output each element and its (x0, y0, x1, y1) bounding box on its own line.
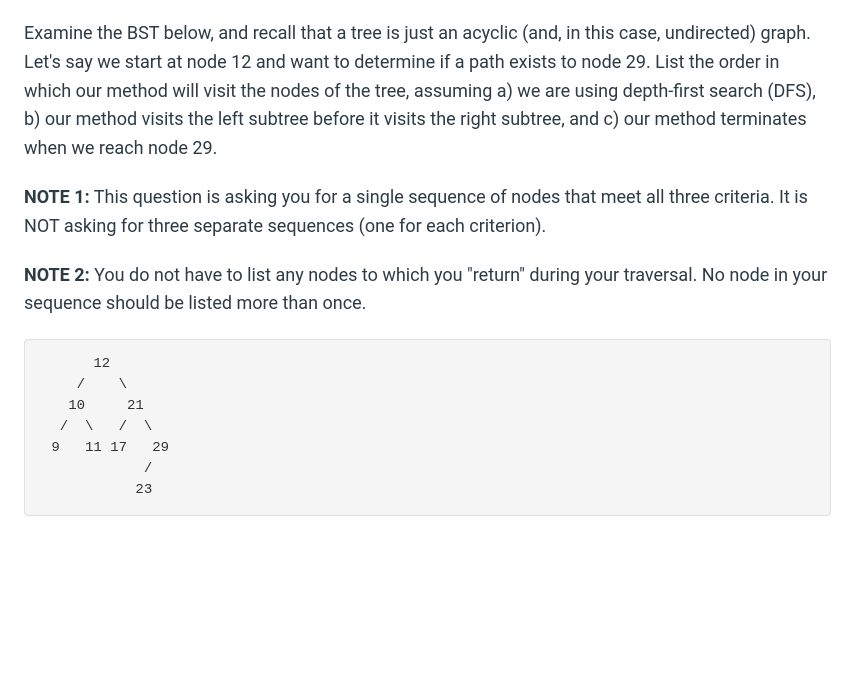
note-1-label: NOTE 1: (24, 187, 90, 208)
note-1: NOTE 1: This question is asking you for … (24, 184, 831, 242)
question-intro: Examine the BST below, and recall that a… (24, 20, 831, 164)
note-2-text: You do not have to list any nodes to whi… (24, 265, 827, 315)
note-2: NOTE 2: You do not have to list any node… (24, 262, 831, 320)
note-1-text: This question is asking you for a single… (24, 187, 808, 237)
tree-diagram: 12 / \ 10 21 / \ / \ 9 11 17 29 / 23 (24, 339, 831, 516)
note-2-label: NOTE 2: (24, 265, 90, 286)
